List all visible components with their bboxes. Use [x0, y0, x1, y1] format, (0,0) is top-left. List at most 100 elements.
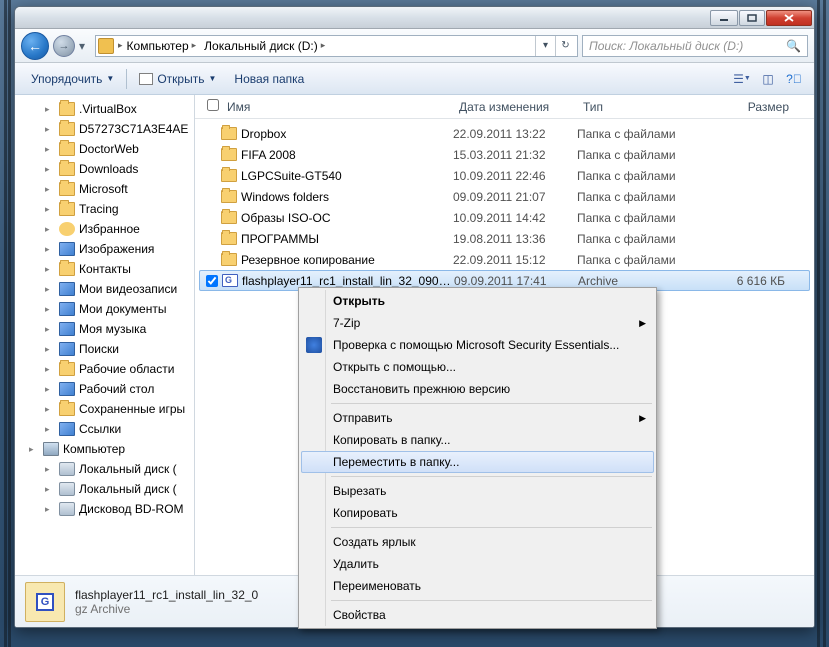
folder-icon [59, 162, 75, 176]
tree-item[interactable]: ▸Контакты [15, 259, 194, 279]
navigation-tree[interactable]: ▸.VirtualBox▸D57273C71A3E4AE▸DoctorWeb▸D… [15, 95, 195, 575]
tree-item[interactable]: ▸Tracing [15, 199, 194, 219]
file-row[interactable]: Резервное копирование22.09.2011 15:12Пап… [195, 249, 814, 270]
name-column[interactable]: Имя [221, 100, 453, 114]
tree-item[interactable]: ▸Мои видеозаписи [15, 279, 194, 299]
maximize-button[interactable] [739, 10, 765, 26]
menu-item[interactable]: Переместить в папку... [301, 451, 654, 473]
file-size: 6 616 КБ [698, 274, 809, 288]
menu-item[interactable]: Свойства [301, 604, 654, 626]
file-date: 09.09.2011 21:07 [453, 190, 577, 204]
file-name: ПРОГРАММЫ [241, 232, 453, 246]
tree-item[interactable]: ▸Избранное [15, 219, 194, 239]
menu-item[interactable]: Копировать [301, 502, 654, 524]
open-button[interactable]: Открыть ▼ [131, 68, 224, 90]
help-button[interactable]: ?⃝ [782, 68, 806, 90]
tree-item[interactable]: ▸Поиски [15, 339, 194, 359]
file-date: 22.09.2011 15:12 [453, 253, 577, 267]
blue-icon [59, 342, 75, 356]
tree-item[interactable]: ▸.VirtualBox [15, 99, 194, 119]
menu-item[interactable]: Вырезать [301, 480, 654, 502]
file-row[interactable]: LGPCSuite-GT54010.09.2011 22:46Папка с ф… [195, 165, 814, 186]
file-name: FIFA 2008 [241, 148, 453, 162]
tree-item[interactable]: ▸Рабочие области [15, 359, 194, 379]
back-button[interactable]: ← [21, 32, 49, 60]
tree-item[interactable]: ▸Сохраненные игры [15, 399, 194, 419]
menu-item[interactable]: Копировать в папку... [301, 429, 654, 451]
tree-item[interactable]: ▸Локальный диск ( [15, 479, 194, 499]
search-input[interactable]: Поиск: Локальный диск (D:) 🔍 [582, 35, 808, 57]
tree-item[interactable]: ▸Компьютер [15, 439, 194, 459]
tree-item[interactable]: ▸Рабочий стол [15, 379, 194, 399]
blue-icon [59, 302, 75, 316]
dropdown-icon[interactable]: ▾ [535, 36, 555, 56]
folder-icon [221, 148, 237, 161]
organize-button[interactable]: Упорядочить ▼ [23, 68, 122, 90]
context-menu: Открыть7-Zip▶Проверка с помощью Microsof… [298, 287, 657, 629]
tree-item[interactable]: ▸Моя музыка [15, 319, 194, 339]
folder-icon [221, 127, 237, 140]
file-name: flashplayer11_rc1_install_lin_32_090611 [242, 274, 454, 288]
blue-icon [59, 382, 75, 396]
tree-item[interactable]: ▸Ссылки [15, 419, 194, 439]
menu-item[interactable]: Переименовать [301, 575, 654, 597]
file-row[interactable]: Dropbox22.09.2011 13:22Папка с файлами [195, 123, 814, 144]
shield-icon [306, 337, 322, 353]
refresh-button[interactable]: ↻ [555, 36, 575, 56]
navigation-bar: ← → ▾ ▸ Компьютер▸ Локальный диск (D:)▸ … [15, 29, 814, 63]
file-date: 19.08.2011 13:36 [453, 232, 577, 246]
tree-item[interactable]: ▸Локальный диск ( [15, 459, 194, 479]
breadcrumb[interactable]: Компьютер▸ [123, 39, 201, 53]
menu-item[interactable]: Отправить▶ [301, 407, 654, 429]
minimize-button[interactable] [710, 10, 738, 26]
breadcrumb[interactable]: Локальный диск (D:)▸ [200, 39, 329, 53]
tree-item[interactable]: ▸D57273C71A3E4AE [15, 119, 194, 139]
type-column[interactable]: Тип [577, 100, 697, 114]
tree-item[interactable]: ▸Downloads [15, 159, 194, 179]
forward-button[interactable]: → [53, 35, 75, 57]
menu-item[interactable]: 7-Zip▶ [301, 312, 654, 334]
menu-item[interactable]: Создать ярлык [301, 531, 654, 553]
folder-icon [59, 102, 75, 116]
file-row[interactable]: ПРОГРАММЫ19.08.2011 13:36Папка с файлами [195, 228, 814, 249]
file-row[interactable]: Образы ISO-ОС10.09.2011 14:42Папка с фай… [195, 207, 814, 228]
menu-item[interactable]: Открыть [301, 290, 654, 312]
folder-icon [221, 169, 237, 182]
tree-item[interactable]: ▸Microsoft [15, 179, 194, 199]
size-column[interactable]: Размер [697, 100, 814, 114]
drive-icon [59, 482, 75, 496]
checkbox-column[interactable] [201, 99, 221, 114]
file-name: Windows folders [241, 190, 453, 204]
tree-item[interactable]: ▸Дисковод BD-ROM [15, 499, 194, 519]
address-bar[interactable]: ▸ Компьютер▸ Локальный диск (D:)▸ ▾ ↻ [95, 35, 578, 57]
close-button[interactable] [766, 10, 812, 26]
menu-item[interactable]: Открыть с помощью... [301, 356, 654, 378]
tree-item[interactable]: ▸DoctorWeb [15, 139, 194, 159]
details-filename: flashplayer11_rc1_install_lin_32_0 [75, 588, 258, 602]
folder-icon [221, 190, 237, 203]
file-type-icon: G [25, 582, 65, 622]
date-column[interactable]: Дата изменения [453, 100, 577, 114]
menu-item[interactable]: Проверка с помощью Microsoft Security Es… [301, 334, 654, 356]
menu-item[interactable]: Удалить [301, 553, 654, 575]
menu-item[interactable]: Восстановить прежнюю версию [301, 378, 654, 400]
folder-icon [59, 402, 75, 416]
details-filetype: gz Archive [75, 602, 258, 616]
history-dropdown[interactable]: ▾ [79, 39, 91, 53]
file-name: Dropbox [241, 127, 453, 141]
preview-pane-button[interactable]: ◫ [756, 68, 780, 90]
search-placeholder: Поиск: Локальный диск (D:) [589, 39, 743, 53]
file-name: Резервное копирование [241, 253, 453, 267]
archive-icon [222, 274, 238, 287]
tree-item[interactable]: ▸Изображения [15, 239, 194, 259]
file-row[interactable]: Windows folders09.09.2011 21:07Папка с ф… [195, 186, 814, 207]
file-row[interactable]: FIFA 200815.03.2011 21:32Папка с файлами [195, 144, 814, 165]
file-type: Папка с файлами [577, 169, 697, 183]
view-button[interactable]: ☰▼ [730, 68, 754, 90]
tree-item[interactable]: ▸Мои документы [15, 299, 194, 319]
row-checkbox[interactable] [206, 275, 218, 287]
menu-separator [331, 403, 652, 404]
titlebar[interactable] [15, 7, 814, 29]
new-folder-button[interactable]: Новая папка [226, 68, 312, 90]
file-type: Папка с файлами [577, 190, 697, 204]
